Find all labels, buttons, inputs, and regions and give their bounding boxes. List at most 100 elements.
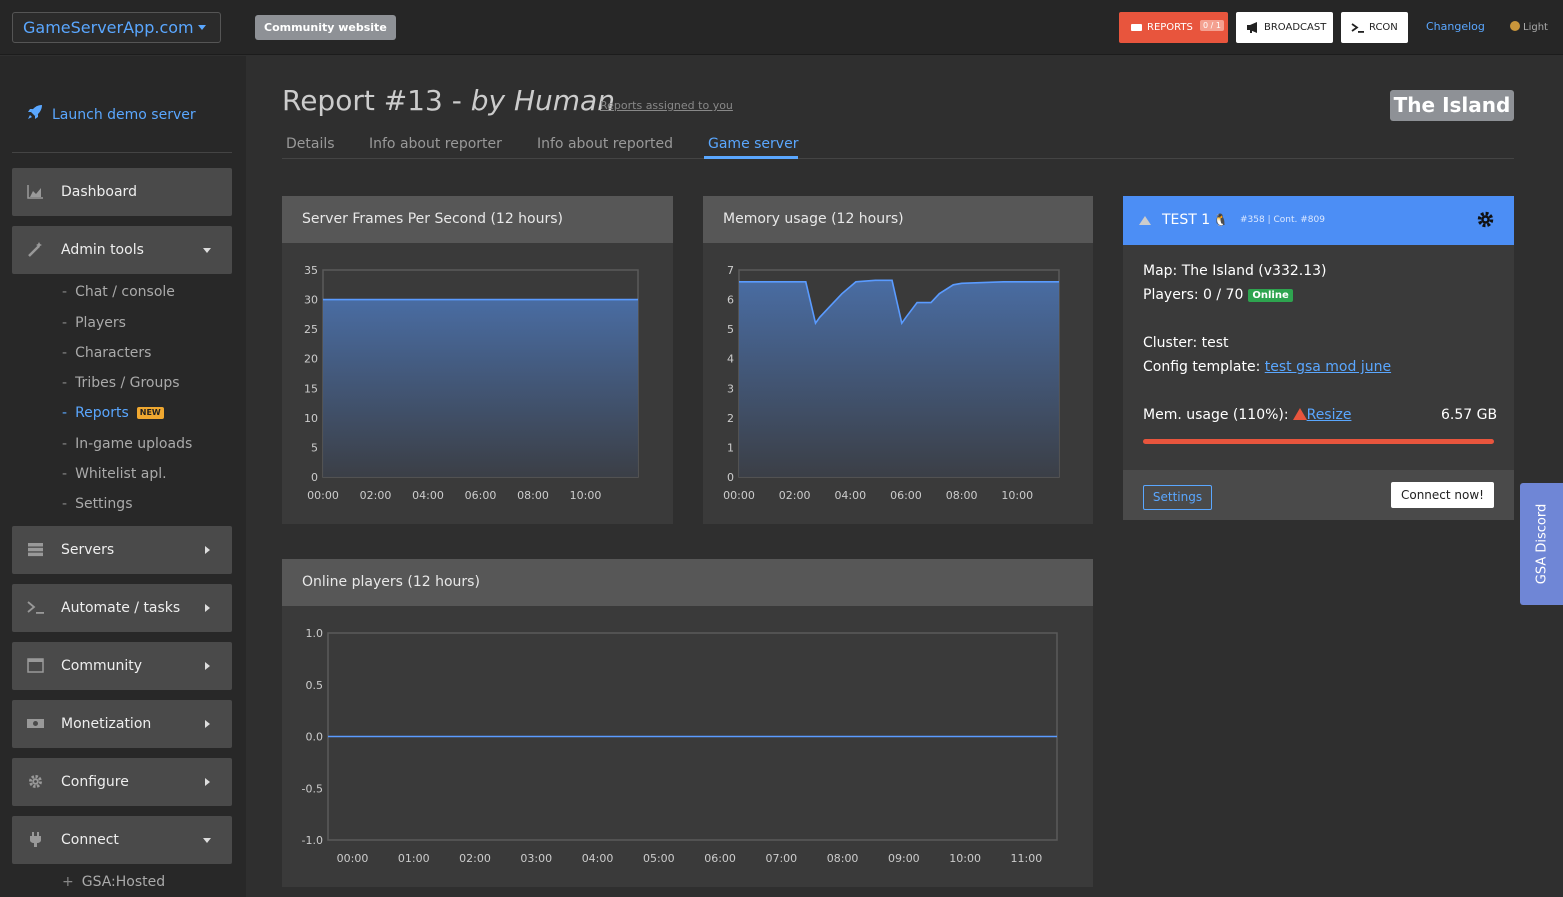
connect-now-button[interactable]: Connect now! [1391, 482, 1494, 508]
sidebar-item-admin-tools[interactable]: Admin tools [12, 226, 232, 274]
players-panel-title: Online players (12 hours) [282, 559, 1093, 606]
x-tick-label: 04:00 [412, 489, 444, 502]
sidebar-item-configure[interactable]: Configure [12, 758, 232, 806]
chevron-down-icon [198, 25, 206, 30]
tab-info-reported[interactable]: Info about reported [537, 136, 673, 152]
players-chart: -1.0 -0.5 0.0 0.5 1.0 00:00 01:00 02:00 03:00 04:… [302, 627, 1058, 865]
sidebar-item-label: Configure [61, 774, 129, 790]
sidebar-item-dashboard[interactable]: Dashboard [12, 168, 232, 216]
browser-window-icon [27, 658, 44, 673]
y-tick-label: 0.0 [306, 731, 324, 744]
theme-toggle[interactable]: Light [1510, 21, 1548, 33]
y-tick-label: 1 [727, 441, 734, 454]
x-tick-label: 00:00 [307, 489, 339, 502]
players-line: Players: 0 / 70 Online [1143, 287, 1293, 303]
memory-panel-title: Memory usage (12 hours) [703, 196, 1093, 243]
sidebar-subitem-players[interactable]: - Players [62, 315, 126, 331]
chevron-down-icon [203, 838, 211, 843]
mem-usage-line: Mem. usage (110%): Resize [1143, 407, 1352, 423]
x-tick-label: 06:00 [704, 852, 736, 865]
game-logo-icon [1139, 216, 1151, 225]
sidebar-subitem-tribes-groups[interactable]: - Tribes / Groups [62, 375, 180, 391]
fps-panel-title: Server Frames Per Second (12 hours) [282, 196, 673, 243]
chevron-right-icon [205, 604, 210, 612]
tab-info-reporter[interactable]: Info about reporter [369, 136, 502, 152]
gear-icon[interactable] [1477, 211, 1494, 228]
y-tick-label: 3 [727, 382, 734, 395]
tab-details[interactable]: Details [286, 136, 335, 152]
sidebar-subitem-in-game-uploads[interactable]: - In-game uploads [62, 436, 192, 452]
memory-chart: 0 1 2 3 4 5 6 7 00:00 02:00 04:00 06:00 08:00 10:00 [723, 264, 1060, 502]
x-tick-label: 09:00 [888, 852, 920, 865]
linux-icon: 🐧 [1213, 213, 1228, 227]
y-tick-label: 25 [304, 323, 318, 336]
money-bill-icon [27, 719, 44, 728]
server-name: TEST 1 [1162, 212, 1211, 228]
x-tick-label: 06:00 [465, 489, 497, 502]
sidebar-subitem-characters[interactable]: - Characters [62, 345, 151, 361]
y-tick-label: 35 [304, 264, 318, 277]
report-by: by Human [470, 84, 615, 117]
reports-label: REPORTS [1147, 22, 1193, 33]
x-tick-label: 10:00 [1001, 489, 1033, 502]
y-tick-label: 0 [311, 471, 318, 484]
top-bar: GameServerApp.com Community website REPO… [0, 0, 1563, 55]
memory-panel: Memory usage (12 hours) 0 1 2 3 4 5 6 7 00:00 02:… [703, 196, 1093, 524]
community-website-button[interactable]: Community website [255, 15, 396, 40]
y-tick-label: 4 [727, 353, 734, 366]
settings-button[interactable]: Settings [1143, 485, 1212, 510]
x-tick-label: 03:00 [520, 852, 552, 865]
plug-icon [30, 832, 41, 847]
reports-assigned-link[interactable]: Reports assigned to you [600, 99, 733, 112]
x-tick-label: 10:00 [570, 489, 602, 502]
chevron-down-icon [203, 248, 211, 253]
sidebar-item-servers[interactable]: Servers [12, 526, 232, 574]
brand-dropdown[interactable]: GameServerApp.com [12, 12, 221, 43]
y-tick-label: 7 [727, 264, 734, 277]
sidebar-subitem-whitelist[interactable]: - Whitelist apl. [62, 466, 167, 482]
terminal-icon [27, 601, 44, 614]
sidebar-subitem-chat-console[interactable]: - Chat / console [62, 284, 175, 300]
theme-label: Light [1523, 22, 1548, 33]
tab-bar: Details Info about reporter Info about r… [282, 134, 1514, 159]
sidebar: Launch demo server Dashboard Admin tools… [0, 56, 246, 897]
launch-demo-link[interactable]: Launch demo server [26, 103, 196, 123]
server-card: TEST 1 🐧 #358 | Cont. #809 Map: The Isla… [1123, 196, 1514, 520]
fps-chart: 0 5 10 15 20 25 30 35 00:00 02:00 04:00 06:00 08:00 1… [304, 264, 639, 502]
x-tick-label: 00:00 [337, 852, 369, 865]
map-badge: The Island [1390, 90, 1514, 121]
discord-tab[interactable]: GSA Discord [1520, 483, 1563, 605]
map-line: Map: The Island (v332.13) [1143, 263, 1327, 279]
rocket-icon [28, 105, 42, 119]
sidebar-item-community[interactable]: Community [12, 642, 232, 690]
y-tick-label: 6 [727, 294, 734, 307]
sidebar-item-label: Servers [61, 542, 115, 558]
y-tick-label: -1.0 [302, 834, 323, 847]
sidebar-item-connect[interactable]: Connect [12, 816, 232, 864]
tab-game-server[interactable]: Game server [708, 136, 798, 152]
broadcast-label: BROADCAST [1264, 22, 1327, 33]
sidebar-item-automate[interactable]: Automate / tasks [12, 584, 232, 632]
resize-link[interactable]: Resize [1307, 407, 1352, 423]
config-template-link[interactable]: test gsa mod june [1265, 359, 1391, 375]
sidebar-item-monetization[interactable]: Monetization [12, 700, 232, 748]
sidebar-subitem-gsa-hosted[interactable]: + GSA:Hosted [62, 874, 165, 890]
y-tick-label: 0 [727, 471, 734, 484]
players-panel: Online players (12 hours) -1.0 -0.5 0.0 0.5… [282, 559, 1093, 887]
y-tick-label: 1.0 [306, 627, 324, 640]
changelog-link[interactable]: Changelog [1426, 20, 1485, 33]
reports-button[interactable]: REPORTS 0 / 1 [1119, 12, 1228, 43]
broadcast-button[interactable]: BROADCAST [1236, 12, 1333, 43]
x-tick-label: 04:00 [834, 489, 866, 502]
x-tick-label: 02:00 [779, 489, 811, 502]
sidebar-subitem-reports[interactable]: - Reports NEW [62, 405, 164, 421]
x-tick-label: 07:00 [765, 852, 797, 865]
x-tick-label: 01:00 [398, 852, 430, 865]
sidebar-subitem-settings[interactable]: - Settings [62, 496, 132, 512]
chevron-right-icon [205, 720, 210, 728]
y-tick-label: 15 [304, 382, 318, 395]
rcon-button[interactable]: RCON [1341, 12, 1408, 43]
discord-tab-label: GSA Discord [1534, 503, 1549, 585]
sidebar-item-label: Connect [61, 832, 119, 848]
gear-icon [29, 775, 42, 788]
